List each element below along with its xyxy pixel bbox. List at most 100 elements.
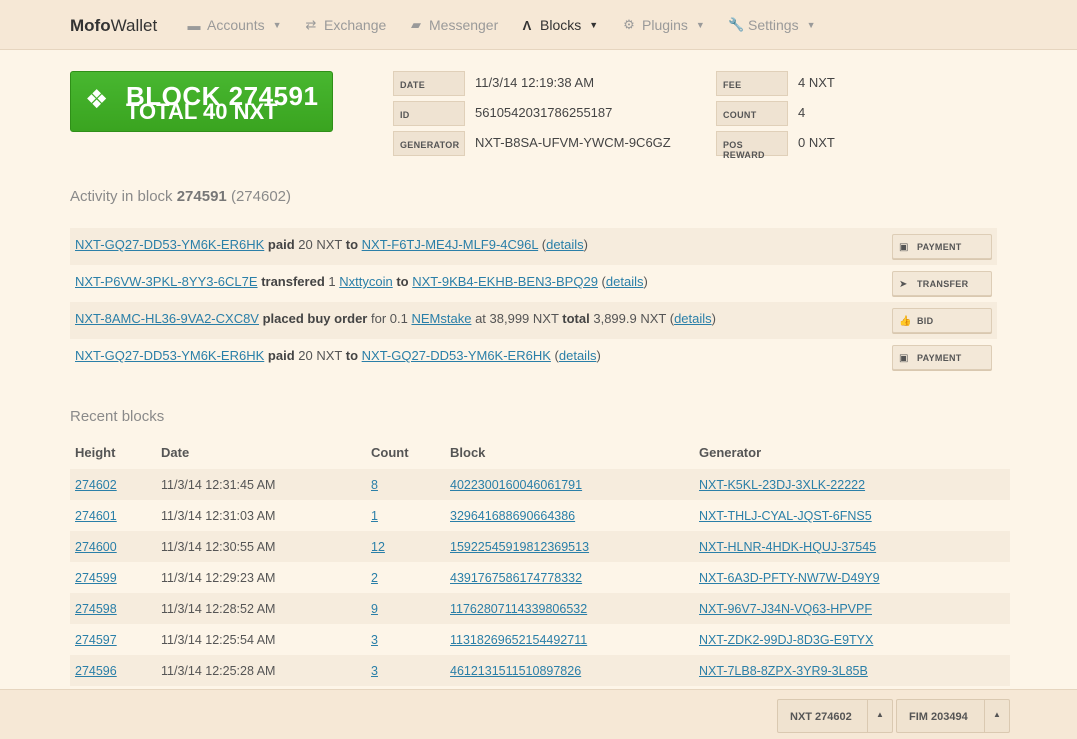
generator-link[interactable]: NXT-B8SA-UFVM-YWCM-9C6GZ xyxy=(475,135,671,150)
caret-up-icon[interactable]: ▲ xyxy=(867,700,892,732)
recent-blocks-title: Recent blocks xyxy=(70,408,165,425)
height-link[interactable]: 274598 xyxy=(75,602,117,616)
table-row: 274596 11/3/14 12:25:28 AM 3 46121315115108… xyxy=(70,655,1010,686)
generator-link[interactable]: NXT-6A3D-PFTY-NW7W-D49Y9 xyxy=(699,571,880,585)
details-link[interactable]: details xyxy=(546,237,584,252)
nav-plugins[interactable]: ⚙ Plugins ▼ xyxy=(622,17,705,33)
details-link[interactable]: details xyxy=(674,311,712,326)
generator-link[interactable]: NXT-96V7-J34N-VQ63-HPVPF xyxy=(699,602,872,616)
count-link[interactable]: 1 xyxy=(371,509,378,523)
height-link[interactable]: 274602 xyxy=(75,478,117,492)
block-id-link[interactable]: 11318269652154492711 xyxy=(450,633,587,647)
nav-accounts[interactable]: ▬ Accounts ▼ xyxy=(187,17,282,33)
payment-button[interactable]: ▣ PAYMENT xyxy=(892,345,992,370)
block-id-link[interactable]: 329641688690664386 xyxy=(450,509,575,523)
caret-down-icon: ▼ xyxy=(589,20,599,30)
block-id-link[interactable]: 4391767586174778332 xyxy=(450,571,582,585)
date-value: 11/3/14 12:19:38 AM xyxy=(475,75,595,90)
count-link[interactable]: 8 xyxy=(371,478,378,492)
asset-link[interactable]: Nxttycoin xyxy=(339,274,392,289)
tag-label: TRANSFER xyxy=(917,279,969,289)
activity-amount: 1 xyxy=(328,274,336,289)
generator-link[interactable]: NXT-THLJ-CYAL-JQST-6FNS5 xyxy=(699,509,872,523)
details-link[interactable]: details xyxy=(606,274,644,289)
chat-icon: ▰ xyxy=(411,17,421,32)
activity-row: NXT-P6VW-3PKL-8YY3-6CL7E transfered 1 Nx… xyxy=(70,265,997,302)
date-cell: 11/3/14 12:31:45 AM xyxy=(161,478,276,492)
height-link[interactable]: 274599 xyxy=(75,571,117,585)
activity-verb: placed buy order xyxy=(262,311,368,326)
fim-block-button[interactable]: FIM 203494 ▲ xyxy=(896,699,1010,733)
activity-for-text: for 0.1 xyxy=(370,311,408,326)
brand-rest: Wallet xyxy=(110,16,158,35)
nav-plugins-label: Plugins xyxy=(642,17,688,33)
table-row: 274597 11/3/14 12:25:54 AM 3 11318269652154… xyxy=(70,624,1010,655)
count-link[interactable]: 3 xyxy=(371,664,378,678)
thumbs-up-icon: 👍 xyxy=(899,316,912,327)
header-count[interactable]: Count xyxy=(371,445,409,460)
nav-messenger-label: Messenger xyxy=(429,17,499,33)
recipient-link[interactable]: NXT-GQ27-DD53-YM6K-ER6HK xyxy=(362,348,551,363)
count-link[interactable]: 2 xyxy=(371,571,378,585)
activity-total-value: 3,899.9 NXT xyxy=(593,311,667,326)
navbar: MofoWallet ▬ Accounts ▼ ⇄ Exchange ▰ Mes… xyxy=(0,0,1077,50)
id-value: 5610542031786255187 xyxy=(475,105,613,120)
activity-to-word: to xyxy=(345,348,359,363)
nav-exchange[interactable]: ⇄ Exchange xyxy=(304,17,387,33)
activity-amount: 20 NXT xyxy=(298,237,343,252)
bid-button[interactable]: 👍 BID xyxy=(892,308,992,333)
credit-card-icon: ▬ xyxy=(187,17,201,33)
nav-messenger[interactable]: ▰ Messenger xyxy=(409,17,498,33)
activity-to-word: to xyxy=(396,274,409,289)
header-height[interactable]: Height xyxy=(75,445,115,460)
activity-title: Activity in block 274591 (274602) xyxy=(70,188,291,205)
sender-link[interactable]: NXT-8AMC-HL36-9VA2-CXC8V xyxy=(75,311,259,326)
sender-link[interactable]: NXT-GQ27-DD53-YM6K-ER6HK xyxy=(75,348,264,363)
sender-link[interactable]: NXT-P6VW-3PKL-8YY3-6CL7E xyxy=(75,274,258,289)
payment-button[interactable]: ▣ PAYMENT xyxy=(892,234,992,259)
block-id-link[interactable]: 4612131511510897826 xyxy=(450,664,581,678)
height-link[interactable]: 274597 xyxy=(75,633,117,647)
nav-exchange-label: Exchange xyxy=(324,17,387,33)
brand-bold: Mofo xyxy=(70,16,111,35)
header-generator[interactable]: Generator xyxy=(699,445,761,460)
generator-link[interactable]: NXT-K5KL-23DJ-3XLK-22222 xyxy=(699,478,865,492)
block-id-link[interactable]: 15922545919812369513 xyxy=(450,540,589,554)
count-link[interactable]: 12 xyxy=(371,540,385,554)
activity-at-text: at 38,999 NXT xyxy=(475,311,559,326)
block-id-link[interactable]: 4022300160046061791 xyxy=(450,478,582,492)
header-date[interactable]: Date xyxy=(161,445,189,460)
transfer-button[interactable]: ➤ TRANSFER xyxy=(892,271,992,296)
caret-up-icon[interactable]: ▲ xyxy=(984,700,1009,732)
block-total: TOTAL 40 NXT xyxy=(126,99,278,124)
generator-link[interactable]: NXT-HLNR-4HDK-HQUJ-37545 xyxy=(699,540,876,554)
block-id-link[interactable]: 11762807114339806532 xyxy=(450,602,587,616)
sender-link[interactable]: NXT-GQ27-DD53-YM6K-ER6HK xyxy=(75,237,264,252)
activity-to-word: to xyxy=(345,237,359,252)
recipient-link[interactable]: NXT-F6TJ-ME4J-MLF9-4C96L xyxy=(362,237,539,252)
brand-logo[interactable]: MofoWallet xyxy=(70,16,157,36)
block-summary-button[interactable]: ❖ BLOCK 274591 TOTAL 40 NXT xyxy=(70,71,333,132)
wrench-icon: 🔧 xyxy=(728,17,745,32)
height-link[interactable]: 274600 xyxy=(75,540,117,554)
count-link[interactable]: 3 xyxy=(371,633,378,647)
nav-blocks[interactable]: Λ Blocks ▼ xyxy=(520,17,599,33)
fim-block-label: FIM 203494 xyxy=(909,711,968,723)
date-cell: 11/3/14 12:25:54 AM xyxy=(161,633,276,647)
count-link[interactable]: 9 xyxy=(371,602,378,616)
details-link[interactable]: details xyxy=(559,348,597,363)
generator-link[interactable]: NXT-ZDK2-99DJ-8D3G-E9TYX xyxy=(699,633,873,647)
cubes-icon: ❖ xyxy=(85,84,109,114)
recipient-link[interactable]: NXT-9KB4-EKHB-BEN3-BPQ29 xyxy=(412,274,598,289)
nav-settings[interactable]: 🔧 Settings ▼ xyxy=(728,17,816,33)
header-block[interactable]: Block xyxy=(450,445,485,460)
asset-link[interactable]: NEMstake xyxy=(411,311,471,326)
nav-accounts-label: Accounts xyxy=(207,17,265,33)
activity-total-word: total xyxy=(562,311,590,326)
nxt-block-button[interactable]: NXT 274602 ▲ xyxy=(777,699,893,733)
tag-label: PAYMENT xyxy=(917,353,962,363)
height-link[interactable]: 274596 xyxy=(75,664,117,678)
activity-block-number: 274591 xyxy=(176,188,227,205)
generator-link[interactable]: NXT-7LB8-8ZPX-3YR9-3L85B xyxy=(699,664,868,678)
height-link[interactable]: 274601 xyxy=(75,509,117,523)
